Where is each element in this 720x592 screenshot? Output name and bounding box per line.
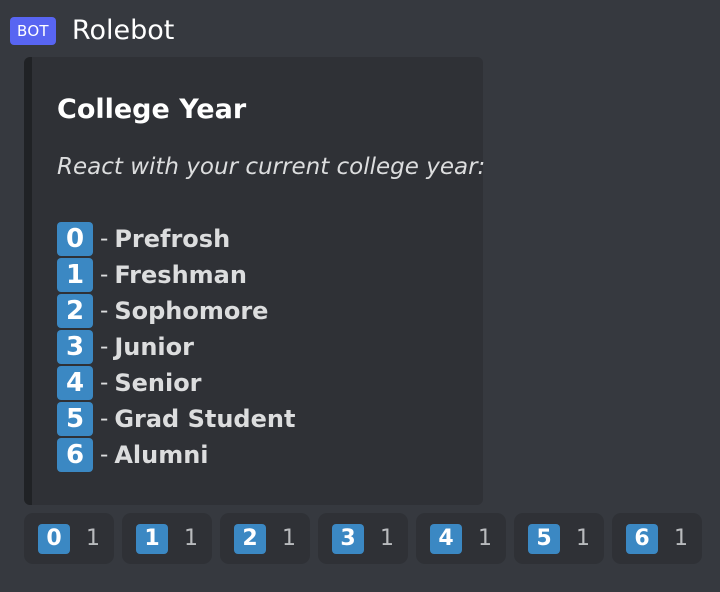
keycap-0-icon: 0 bbox=[38, 523, 70, 554]
role-name: Alumni bbox=[114, 441, 209, 469]
keycap-5-icon: 5 bbox=[528, 523, 560, 554]
role-name: Sophomore bbox=[114, 297, 269, 325]
keycap-6-icon: 6 bbox=[57, 438, 93, 472]
role-list: 0 - Prefrosh 1 - Freshman 2 - Sophomore … bbox=[57, 221, 295, 473]
embed-title: College Year bbox=[57, 94, 247, 125]
reaction-count: 1 bbox=[86, 526, 100, 551]
reaction-4-button[interactable]: 4 1 bbox=[416, 513, 506, 564]
reaction-3-button[interactable]: 3 1 bbox=[318, 513, 408, 564]
role-name: Prefrosh bbox=[114, 225, 231, 253]
role-separator: - bbox=[100, 262, 109, 288]
bot-message: BOT Rolebot College Year React with your… bbox=[0, 0, 720, 592]
keycap-6-icon: 6 bbox=[626, 523, 658, 554]
embed-description: React with your current college year: bbox=[57, 154, 486, 180]
keycap-5-icon: 5 bbox=[57, 402, 93, 436]
keycap-3-icon: 3 bbox=[57, 330, 93, 364]
role-item: 0 - Prefrosh bbox=[57, 221, 295, 257]
reaction-5-button[interactable]: 5 1 bbox=[514, 513, 604, 564]
role-item: 4 - Senior bbox=[57, 365, 295, 401]
reaction-count: 1 bbox=[380, 526, 394, 551]
keycap-2-icon: 2 bbox=[234, 523, 266, 554]
keycap-4-icon: 4 bbox=[430, 523, 462, 554]
reaction-count: 1 bbox=[184, 526, 198, 551]
reaction-count: 1 bbox=[478, 526, 492, 551]
keycap-1-icon: 1 bbox=[136, 523, 168, 554]
keycap-2-icon: 2 bbox=[57, 294, 93, 328]
role-separator: - bbox=[100, 298, 109, 324]
keycap-0-icon: 0 bbox=[57, 222, 93, 256]
role-embed: College Year React with your current col… bbox=[24, 57, 486, 505]
reaction-0-button[interactable]: 0 1 bbox=[24, 513, 114, 564]
reaction-bar: 0 1 1 1 2 1 3 1 4 1 5 1 6 1 bbox=[24, 513, 702, 564]
role-separator: - bbox=[100, 334, 109, 360]
role-name: Junior bbox=[114, 333, 194, 361]
role-name: Freshman bbox=[114, 261, 247, 289]
reaction-6-button[interactable]: 6 1 bbox=[612, 513, 702, 564]
role-name: Senior bbox=[114, 369, 202, 397]
reaction-count: 1 bbox=[282, 526, 296, 551]
role-separator: - bbox=[100, 442, 109, 468]
reaction-2-button[interactable]: 2 1 bbox=[220, 513, 310, 564]
role-separator: - bbox=[100, 406, 109, 432]
role-separator: - bbox=[100, 226, 109, 252]
keycap-3-icon: 3 bbox=[332, 523, 364, 554]
reaction-1-button[interactable]: 1 1 bbox=[122, 513, 212, 564]
role-item: 3 - Junior bbox=[57, 329, 295, 365]
role-item: 6 - Alumni bbox=[57, 437, 295, 473]
role-item: 5 - Grad Student bbox=[57, 401, 295, 437]
bot-badge: BOT bbox=[10, 17, 56, 45]
role-item: 1 - Freshman bbox=[57, 257, 295, 293]
reaction-count: 1 bbox=[576, 526, 590, 551]
keycap-4-icon: 4 bbox=[57, 366, 93, 400]
username[interactable]: Rolebot bbox=[72, 14, 174, 48]
message-header: BOT Rolebot bbox=[10, 14, 174, 48]
role-name: Grad Student bbox=[114, 405, 296, 433]
keycap-1-icon: 1 bbox=[57, 258, 93, 292]
reaction-count: 1 bbox=[674, 526, 688, 551]
role-item: 2 - Sophomore bbox=[57, 293, 295, 329]
role-separator: - bbox=[100, 370, 109, 396]
